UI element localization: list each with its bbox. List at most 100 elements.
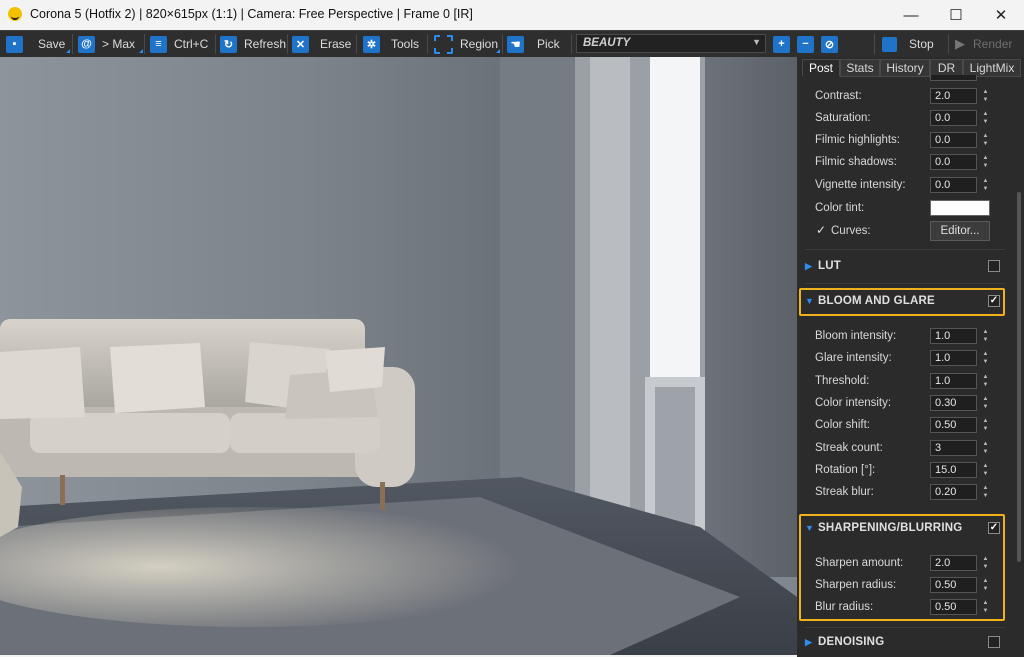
spinner-arrows-icon[interactable]: ▲ ▼	[981, 328, 990, 344]
spinner-arrows-icon[interactable]: ▲ ▼	[981, 350, 990, 366]
spinner-arrows-icon[interactable]: ▲ ▼	[981, 110, 990, 126]
curves-editor-button[interactable]: Editor...	[930, 221, 990, 241]
curves-label: Curves:	[831, 225, 871, 237]
spinner-arrows-icon[interactable]: ▲ ▼	[981, 88, 990, 104]
panel-scrollbar[interactable]	[1017, 192, 1021, 562]
spinner-arrows-icon[interactable]: ▲ ▼	[981, 373, 990, 389]
color-shift-input[interactable]: 0.50	[930, 417, 977, 433]
zoom-out-button[interactable]: −	[797, 33, 814, 55]
channel-select[interactable]: BEAUTY ▼	[576, 34, 766, 53]
zoom-fit-icon: ⊘	[821, 35, 838, 53]
glare-intensity-row: Glare intensity: 1.0 ▲ ▼	[815, 350, 995, 368]
minimize-button[interactable]: —	[889, 0, 933, 30]
spinner-arrows-icon[interactable]: ▲ ▼	[981, 417, 990, 433]
threshold-input[interactable]: 1.0	[930, 373, 977, 389]
max-button[interactable]: @ > Max	[78, 33, 135, 55]
threshold-row: Threshold: 1.0 ▲ ▼	[815, 373, 995, 391]
color-tint-swatch[interactable]	[930, 200, 990, 216]
spinner-arrows-icon[interactable]: ▲ ▼	[981, 462, 990, 478]
bloom-enable-checkbox[interactable]: ✓	[988, 295, 1000, 307]
channel-value: BEAUTY	[583, 37, 631, 49]
bloom-intensity-input[interactable]: 1.0	[930, 328, 977, 344]
separator	[427, 34, 428, 54]
maximize-button[interactable]: ☐	[934, 0, 978, 30]
post-settings-panel: Post Stats History DR LightMix Contrast:…	[797, 57, 1024, 657]
spinner-arrows-icon[interactable]: ▲ ▼	[981, 555, 990, 571]
zoom-in-button[interactable]: +	[773, 33, 790, 55]
sharpen-enable-checkbox[interactable]: ✓	[988, 522, 1000, 534]
spinner-arrows-icon[interactable]: ▲ ▼	[981, 484, 990, 500]
vignette-label: Vignette intensity:	[815, 179, 906, 191]
threshold-label: Threshold:	[815, 375, 870, 387]
copy-button[interactable]: ≡ Ctrl+C	[150, 33, 208, 55]
color-intensity-input[interactable]: 0.30	[930, 395, 977, 411]
zoom-in-icon: +	[773, 35, 790, 53]
render-button[interactable]: ▶ Render	[955, 33, 1012, 55]
sharpen-amount-input[interactable]: 2.0	[930, 555, 977, 571]
blur-radius-label: Blur radius:	[815, 601, 874, 613]
hand-pointer-icon: ☚	[507, 35, 524, 53]
filmic-highlights-input[interactable]: 0.0	[930, 132, 977, 148]
sharpen-radius-label: Sharpen radius:	[815, 579, 897, 591]
erase-button[interactable]: ✕ Erase	[292, 33, 351, 55]
contrast-label: Contrast:	[815, 90, 862, 102]
save-button[interactable]: ▪ Save	[6, 33, 65, 55]
rotation-row: Rotation [°]: 15.0 ▲ ▼	[815, 462, 995, 480]
close-button[interactable]: ✕	[979, 0, 1023, 30]
divider	[805, 283, 1005, 284]
streak-blur-input[interactable]: 0.20	[930, 484, 977, 500]
saturation-input[interactable]: 0.0	[930, 110, 977, 126]
render-viewport[interactable]	[0, 57, 797, 655]
tools-label: Tools	[391, 37, 420, 51]
denoising-title: DENOISING	[818, 636, 885, 648]
glare-intensity-input[interactable]: 1.0	[930, 350, 977, 366]
spinner-arrows-icon[interactable]: ▲ ▼	[981, 577, 990, 593]
zoom-fit-button[interactable]: ⊘	[821, 33, 838, 55]
color-tint-row: Color tint:	[815, 200, 995, 218]
lut-section-header[interactable]: ▶ LUT	[805, 258, 1005, 276]
stop-label: Stop	[909, 37, 934, 51]
denoising-enable-checkbox[interactable]	[988, 636, 1000, 648]
expand-triangle-icon: ▶	[805, 637, 812, 647]
tools-button[interactable]: ✲ Tools	[363, 33, 419, 55]
lut-enable-checkbox[interactable]	[988, 260, 1000, 272]
spinner-arrows-icon[interactable]: ▲ ▼	[981, 177, 990, 193]
spinner-arrows-icon[interactable]: ▲ ▼	[981, 154, 990, 170]
separator	[502, 34, 503, 54]
play-icon: ▶	[955, 36, 965, 51]
rotation-label: Rotation [°]:	[815, 464, 876, 476]
spinner-arrows-icon[interactable]: ▲ ▼	[981, 599, 990, 615]
blur-radius-row: Blur radius: 0.50 ▲ ▼	[815, 599, 995, 617]
spinner-arrows-icon[interactable]: ▲ ▼	[981, 395, 990, 411]
clipped-value-field	[930, 75, 977, 81]
curves-checkbox[interactable]: ✓	[815, 224, 827, 237]
blur-radius-input[interactable]: 0.50	[930, 599, 977, 615]
region-button[interactable]: Region	[434, 33, 498, 55]
spinner-arrows-icon[interactable]: ▲ ▼	[981, 132, 990, 148]
spinner-arrows-icon[interactable]: ▲ ▼	[981, 440, 990, 456]
streak-count-input[interactable]: 3	[930, 440, 977, 456]
separator	[356, 34, 357, 54]
denoising-section-header[interactable]: ▶ DENOISING	[805, 634, 1005, 652]
dropdown-corner-icon	[66, 49, 70, 53]
filmic-shadows-input[interactable]: 0.0	[930, 154, 977, 170]
refresh-button[interactable]: ↻ Refresh	[220, 33, 286, 55]
rotation-input[interactable]: 15.0	[930, 462, 977, 478]
bloom-section-header[interactable]: ▼ BLOOM AND GLARE ✓	[805, 293, 1005, 311]
filmic-shadows-label: Filmic shadows:	[815, 156, 897, 168]
sharpen-radius-input[interactable]: 0.50	[930, 577, 977, 593]
sharpen-section-header[interactable]: ▼ SHARPENING/BLURRING ✓	[805, 520, 1005, 538]
vignette-input[interactable]: 0.0	[930, 177, 977, 193]
streak-blur-row: Streak blur: 0.20 ▲ ▼	[815, 484, 995, 502]
pick-button[interactable]: ☚ Pick	[507, 33, 560, 55]
sharpen-amount-label: Sharpen amount:	[815, 557, 904, 569]
filmic-highlights-row: Filmic highlights: 0.0 ▲ ▼	[815, 132, 995, 150]
color-shift-row: Color shift: 0.50 ▲ ▼	[815, 417, 995, 435]
dropdown-corner-icon	[496, 49, 500, 53]
color-intensity-label: Color intensity:	[815, 397, 892, 409]
glare-intensity-label: Glare intensity:	[815, 352, 892, 364]
rendered-room-image	[0, 57, 797, 655]
separator	[215, 34, 216, 54]
stop-button[interactable]: Stop	[882, 33, 934, 55]
contrast-input[interactable]: 2.0	[930, 88, 977, 104]
